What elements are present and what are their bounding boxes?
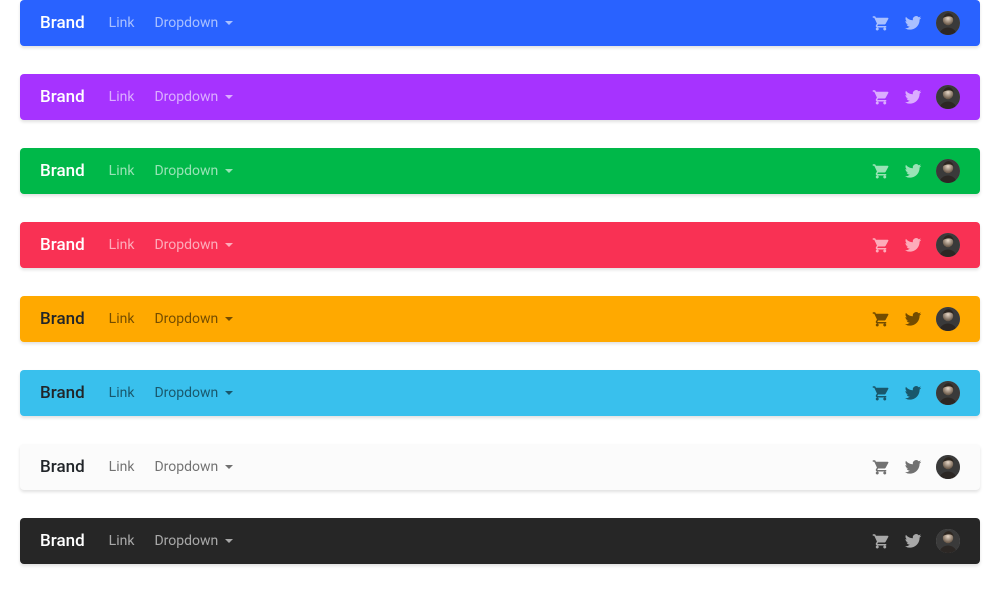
brand[interactable]: Brand [40, 87, 85, 107]
nav-dropdown-label: Dropdown [154, 89, 218, 105]
brand[interactable]: Brand [40, 457, 85, 477]
avatar[interactable] [936, 307, 960, 331]
avatar[interactable] [936, 11, 960, 35]
avatar[interactable] [936, 85, 960, 109]
nav-dropdown[interactable]: Dropdown [154, 163, 233, 179]
chevron-down-icon [225, 391, 233, 395]
navbar-danger: Brand Link Dropdown [20, 222, 980, 268]
nav-link[interactable]: Link [109, 15, 135, 31]
twitter-icon[interactable] [904, 458, 922, 476]
cart-icon[interactable] [872, 384, 890, 402]
brand[interactable]: Brand [40, 383, 85, 403]
avatar[interactable] [936, 529, 960, 553]
nav-dropdown[interactable]: Dropdown [154, 533, 233, 549]
nav-dropdown-label: Dropdown [154, 311, 218, 327]
chevron-down-icon [225, 243, 233, 247]
brand[interactable]: Brand [40, 161, 85, 181]
nav-dropdown[interactable]: Dropdown [154, 15, 233, 31]
nav-dropdown[interactable]: Dropdown [154, 237, 233, 253]
navbar-right [872, 159, 960, 183]
nav-dropdown-label: Dropdown [154, 459, 218, 475]
navbar-dark: Brand Link Dropdown [20, 518, 980, 564]
avatar[interactable] [936, 381, 960, 405]
navbar-right [872, 455, 960, 479]
navbar-right [872, 529, 960, 553]
nav-dropdown[interactable]: Dropdown [154, 311, 233, 327]
nav-link[interactable]: Link [109, 459, 135, 475]
nav-link[interactable]: Link [109, 385, 135, 401]
nav-link[interactable]: Link [109, 89, 135, 105]
navbar-warning: Brand Link Dropdown [20, 296, 980, 342]
avatar[interactable] [936, 455, 960, 479]
cart-icon[interactable] [872, 14, 890, 32]
avatar[interactable] [936, 233, 960, 257]
twitter-icon[interactable] [904, 88, 922, 106]
nav-dropdown-label: Dropdown [154, 163, 218, 179]
brand[interactable]: Brand [40, 309, 85, 329]
chevron-down-icon [225, 95, 233, 99]
nav-dropdown[interactable]: Dropdown [154, 459, 233, 475]
navbar-primary: Brand Link Dropdown [20, 0, 980, 46]
nav-link[interactable]: Link [109, 533, 135, 549]
chevron-down-icon [225, 317, 233, 321]
navbar-success: Brand Link Dropdown [20, 148, 980, 194]
nav-dropdown-label: Dropdown [154, 533, 218, 549]
nav-dropdown[interactable]: Dropdown [154, 385, 233, 401]
navbar-light: Brand Link Dropdown [20, 444, 980, 490]
twitter-icon[interactable] [904, 384, 922, 402]
nav-dropdown[interactable]: Dropdown [154, 89, 233, 105]
brand[interactable]: Brand [40, 531, 85, 551]
twitter-icon[interactable] [904, 162, 922, 180]
cart-icon[interactable] [872, 236, 890, 254]
navbar-right [872, 11, 960, 35]
cart-icon[interactable] [872, 162, 890, 180]
cart-icon[interactable] [872, 88, 890, 106]
chevron-down-icon [225, 465, 233, 469]
navbar-right [872, 233, 960, 257]
twitter-icon[interactable] [904, 532, 922, 550]
nav-dropdown-label: Dropdown [154, 385, 218, 401]
cart-icon[interactable] [872, 458, 890, 476]
nav-dropdown-label: Dropdown [154, 15, 218, 31]
chevron-down-icon [225, 21, 233, 25]
navbar-secondary: Brand Link Dropdown [20, 74, 980, 120]
brand[interactable]: Brand [40, 13, 85, 33]
twitter-icon[interactable] [904, 14, 922, 32]
navbar-right [872, 307, 960, 331]
chevron-down-icon [225, 169, 233, 173]
chevron-down-icon [225, 539, 233, 543]
navbar-right [872, 85, 960, 109]
navbar-right [872, 381, 960, 405]
cart-icon[interactable] [872, 532, 890, 550]
brand[interactable]: Brand [40, 235, 85, 255]
avatar[interactable] [936, 159, 960, 183]
nav-link[interactable]: Link [109, 237, 135, 253]
cart-icon[interactable] [872, 310, 890, 328]
twitter-icon[interactable] [904, 236, 922, 254]
nav-dropdown-label: Dropdown [154, 237, 218, 253]
nav-link[interactable]: Link [109, 163, 135, 179]
twitter-icon[interactable] [904, 310, 922, 328]
navbar-info: Brand Link Dropdown [20, 370, 980, 416]
nav-link[interactable]: Link [109, 311, 135, 327]
